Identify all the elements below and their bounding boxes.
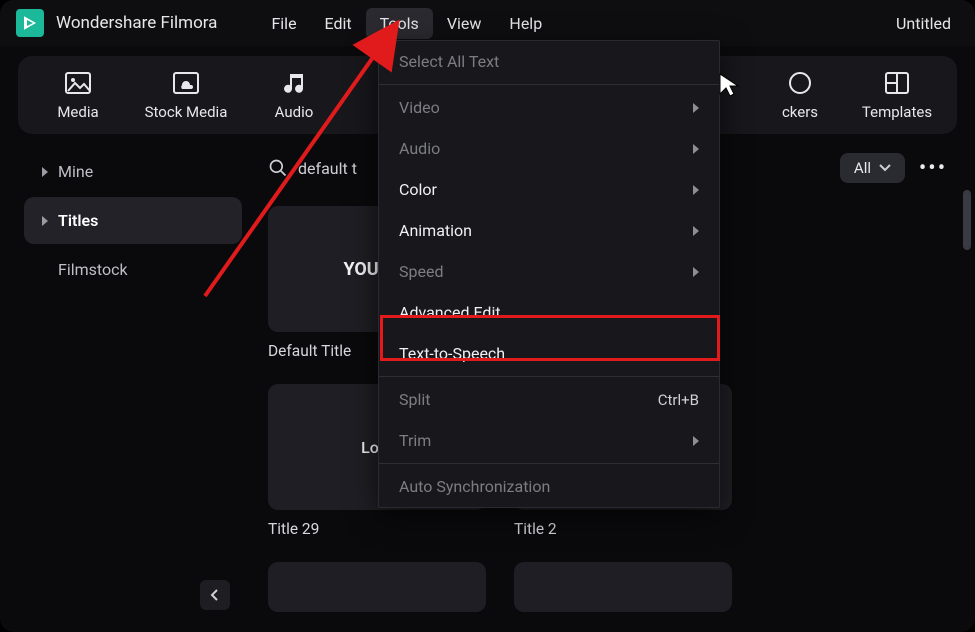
tab-templates[interactable]: Templates	[843, 69, 951, 121]
stickers-icon	[786, 69, 814, 97]
submenu-arrow-icon	[693, 185, 699, 195]
filter-dropdown[interactable]: All	[840, 153, 905, 183]
chevron-left-icon	[210, 589, 220, 601]
more-icon: •••	[919, 156, 947, 181]
sidebar-item-filmstock[interactable]: Filmstock	[24, 246, 242, 293]
templates-icon	[883, 69, 911, 97]
dd-separator	[379, 376, 719, 377]
tab-label: Audio	[275, 103, 314, 121]
filmora-logo-icon	[21, 14, 39, 32]
music-note-icon	[280, 69, 308, 97]
dd-auto-sync[interactable]: Auto Synchronization	[379, 466, 719, 507]
dd-color[interactable]: Color	[379, 169, 719, 210]
title-thumb	[514, 562, 732, 612]
tab-label: Media	[57, 103, 98, 121]
dd-trim[interactable]: Trim	[379, 420, 719, 461]
sidebar-item-label: Mine	[58, 162, 93, 181]
tab-label: Templates	[862, 103, 932, 121]
card-label: Title 29	[268, 520, 486, 538]
app-name: Wondershare Filmora	[56, 13, 217, 33]
sidebar: Mine Titles Filmstock	[18, 142, 248, 622]
submenu-arrow-icon	[693, 103, 699, 113]
search-text: default t	[298, 159, 357, 178]
menubar: File Edit Tools View Help	[257, 8, 556, 39]
dd-speed[interactable]: Speed	[379, 251, 719, 292]
menu-tools[interactable]: Tools	[366, 8, 433, 39]
dd-select-all-text: Select All Text	[379, 41, 719, 82]
tab-stickers[interactable]: ckers	[757, 69, 843, 121]
sidebar-item-label: Filmstock	[58, 260, 128, 279]
dd-animation[interactable]: Animation	[379, 210, 719, 251]
chevron-down-icon	[879, 164, 891, 172]
search-icon	[268, 158, 288, 178]
more-button[interactable]: •••	[915, 150, 951, 186]
title-thumb	[268, 562, 486, 612]
dd-video[interactable]: Video	[379, 87, 719, 128]
dd-separator	[379, 84, 719, 85]
tools-dropdown: Select All Text Video Audio Color Animat…	[378, 40, 720, 508]
scrollbar-thumb[interactable]	[963, 190, 971, 250]
title-card-partial1[interactable]	[268, 562, 486, 612]
submenu-arrow-icon	[693, 267, 699, 277]
chevron-right-icon	[42, 216, 48, 226]
document-title: Untitled	[896, 14, 959, 33]
title-card-partial2[interactable]	[514, 562, 732, 612]
sidebar-collapse-button[interactable]	[200, 580, 230, 610]
tab-label: Stock Media	[145, 103, 228, 121]
dd-text-to-speech[interactable]: Text-to-Speech	[379, 333, 719, 374]
dd-advanced-edit[interactable]: Advanced Edit	[379, 292, 719, 333]
filter-label: All	[854, 159, 871, 177]
submenu-arrow-icon	[693, 144, 699, 154]
tab-media[interactable]: Media	[24, 69, 132, 121]
chevron-right-icon	[42, 167, 48, 177]
dd-audio[interactable]: Audio	[379, 128, 719, 169]
menu-edit[interactable]: Edit	[311, 8, 366, 39]
menu-help[interactable]: Help	[495, 8, 556, 39]
menu-view[interactable]: View	[433, 8, 496, 39]
submenu-arrow-icon	[693, 436, 699, 446]
tab-stock-media[interactable]: Stock Media	[132, 69, 240, 121]
search-input[interactable]: default t	[268, 158, 357, 178]
dd-separator	[379, 463, 719, 464]
tab-label: ckers	[782, 103, 818, 121]
menu-file[interactable]: File	[257, 8, 310, 39]
sidebar-item-label: Titles	[58, 211, 98, 230]
sidebar-item-titles[interactable]: Titles	[24, 197, 242, 244]
cloud-image-icon	[172, 69, 200, 97]
sidebar-item-mine[interactable]: Mine	[24, 148, 242, 195]
app-logo	[16, 9, 44, 37]
dd-shortcut: Ctrl+B	[658, 391, 699, 409]
submenu-arrow-icon	[693, 226, 699, 236]
image-icon	[64, 69, 92, 97]
dd-split[interactable]: SplitCtrl+B	[379, 379, 719, 420]
card-label: Title 2	[514, 520, 732, 538]
tab-audio[interactable]: Audio	[240, 69, 348, 121]
app-window: Wondershare Filmora File Edit Tools View…	[0, 0, 975, 632]
